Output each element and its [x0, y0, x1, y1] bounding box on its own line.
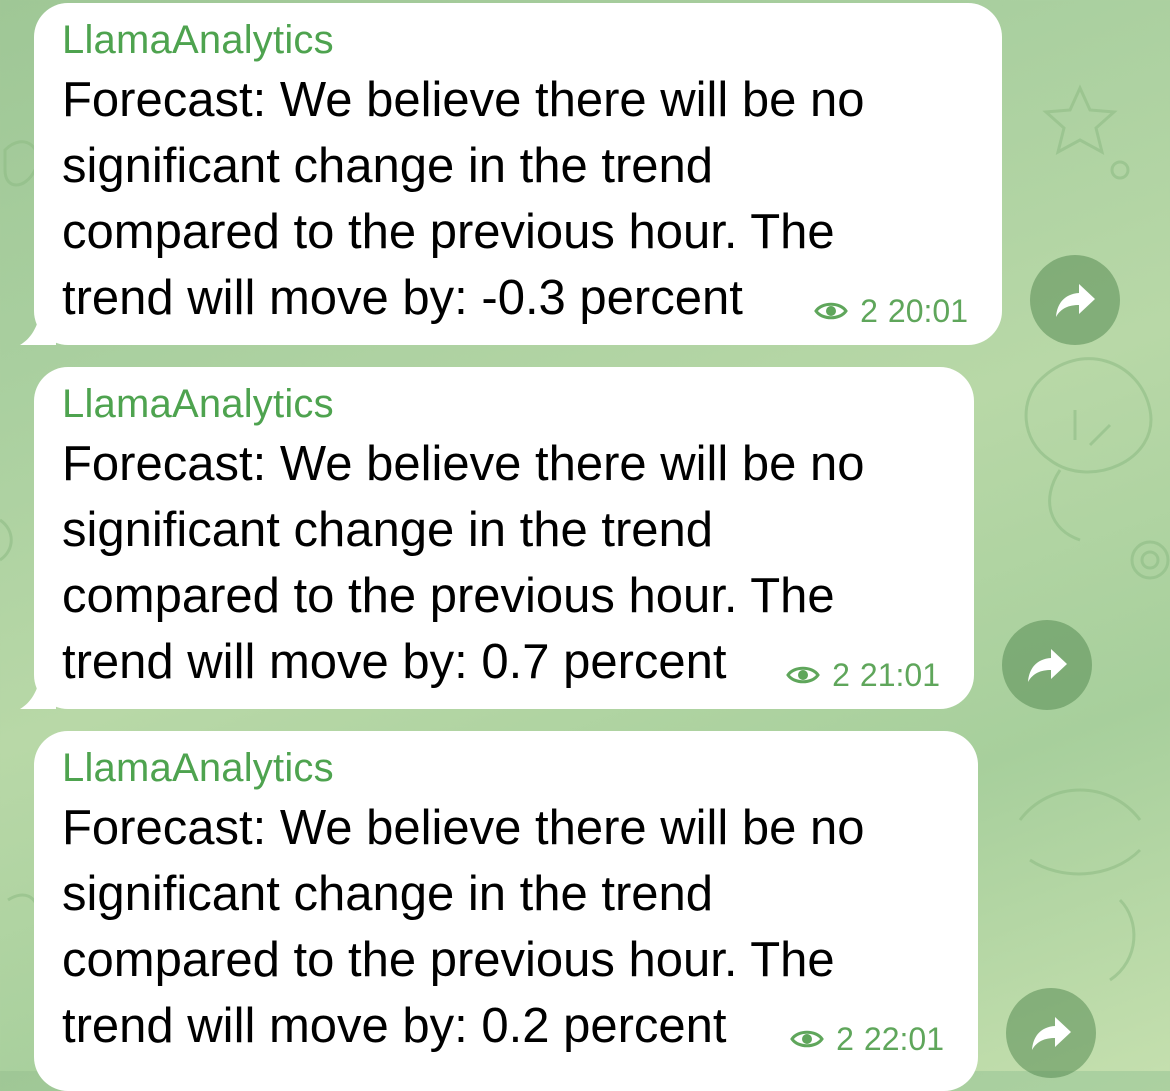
view-count: 2	[836, 1021, 854, 1057]
share-button[interactable]	[1002, 620, 1092, 710]
message-text: Forecast: We believe there will be no si…	[62, 437, 865, 689]
share-button[interactable]	[1006, 988, 1096, 1078]
message-text: Forecast: We believe there will be no si…	[62, 801, 865, 1053]
message-bubble[interactable]: LlamaAnalytics Forecast: We believe ther…	[34, 3, 1002, 345]
share-arrow-icon	[1028, 649, 1067, 682]
share-arrow-icon	[1032, 1017, 1071, 1050]
message-meta: 2 22:01	[790, 1021, 944, 1057]
message-meta: 2 20:01	[814, 293, 968, 329]
message-bubble[interactable]: LlamaAnalytics Forecast: We believe ther…	[34, 367, 974, 709]
share-arrow-icon	[1056, 284, 1095, 317]
message-time: 22:01	[863, 1021, 944, 1057]
message-sender[interactable]: LlamaAnalytics	[62, 17, 974, 63]
view-count: 2	[832, 657, 850, 693]
message-bubble[interactable]: LlamaAnalytics Forecast: We believe ther…	[34, 731, 978, 1091]
message-sender[interactable]: LlamaAnalytics	[62, 381, 946, 427]
eye-icon	[790, 1030, 824, 1048]
view-count: 2	[860, 293, 878, 329]
message-time: 20:01	[887, 293, 968, 329]
message-time: 21:01	[859, 657, 940, 693]
message-text: Forecast: We believe there will be no si…	[62, 73, 865, 325]
eye-icon	[786, 666, 820, 684]
eye-icon	[814, 302, 848, 320]
share-button[interactable]	[1030, 255, 1120, 345]
message-meta: 2 21:01	[786, 657, 940, 693]
message-sender[interactable]: LlamaAnalytics	[62, 745, 950, 791]
